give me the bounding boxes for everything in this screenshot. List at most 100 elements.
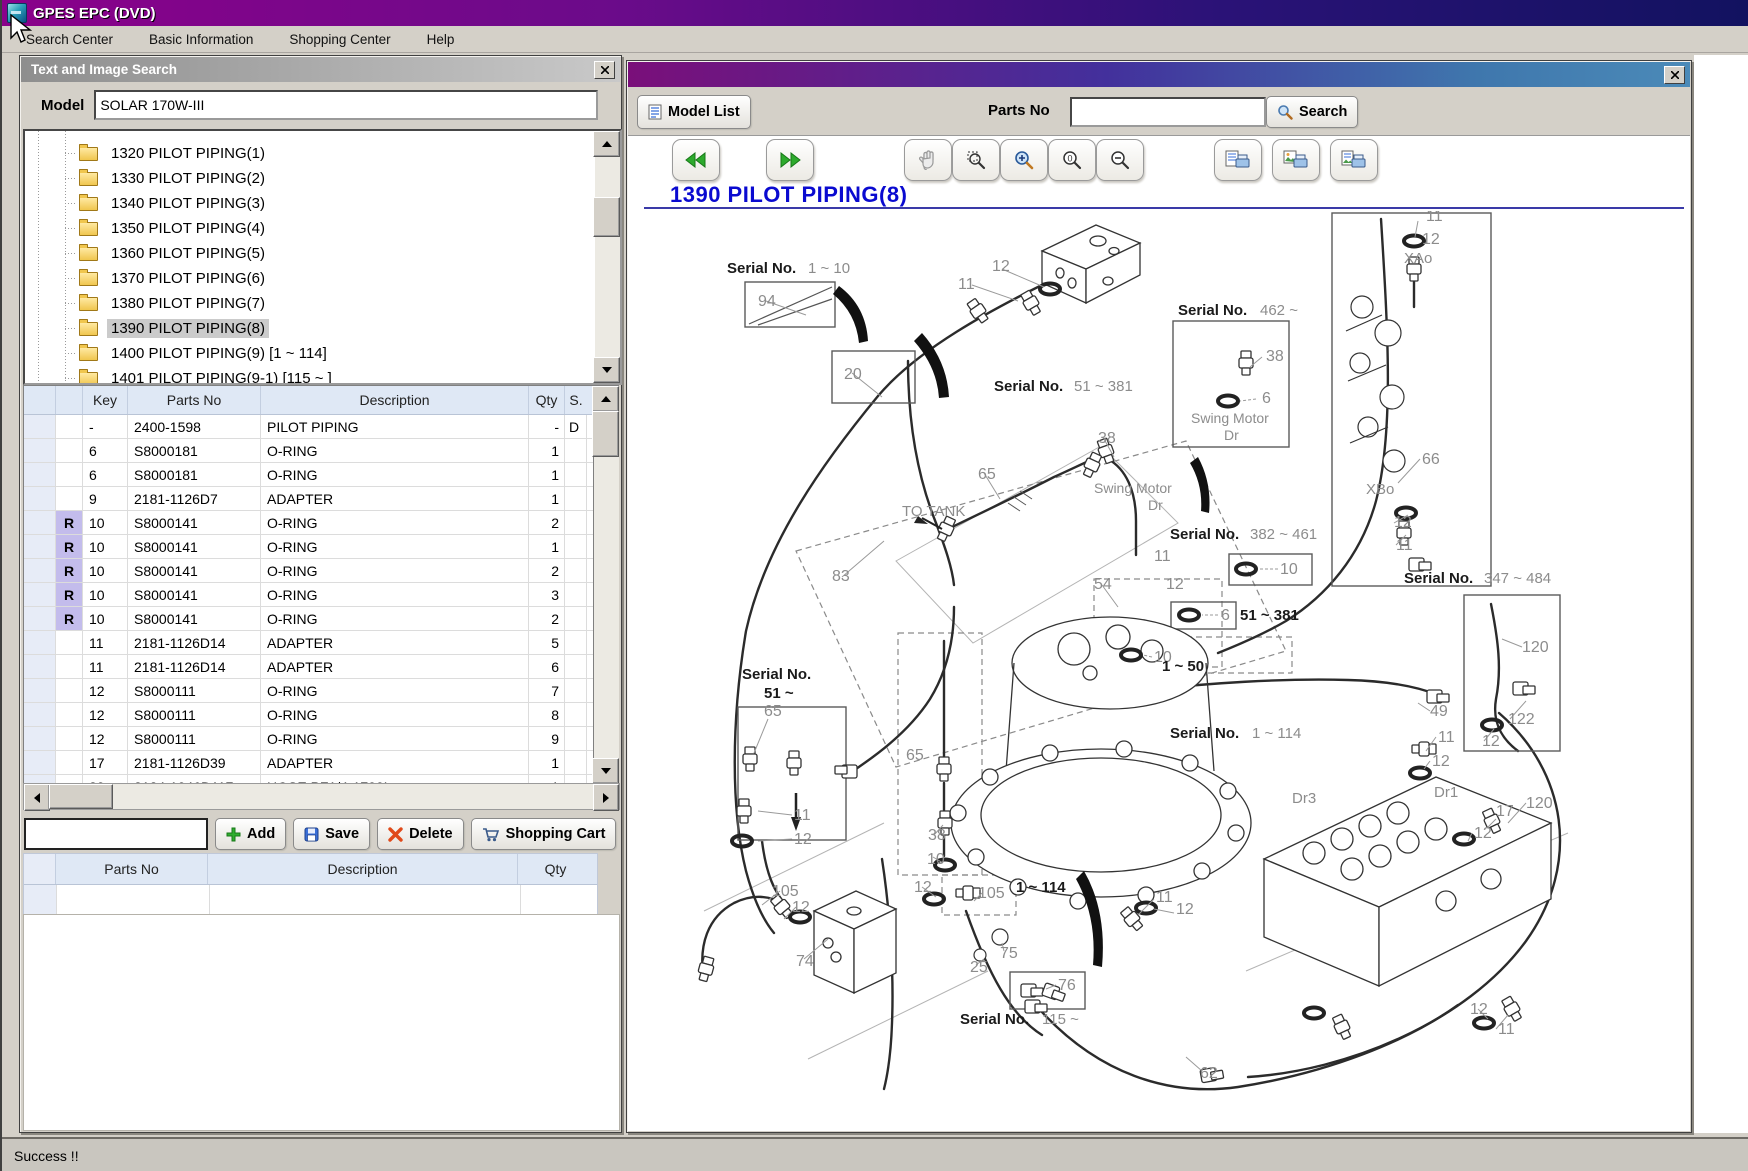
row-selector-cell[interactable] bbox=[24, 655, 56, 678]
svg-text:120: 120 bbox=[1522, 639, 1549, 656]
diagram-panel-close-button[interactable] bbox=[1664, 66, 1685, 84]
tree-item[interactable]: 1390 PILOT PIPING(8) bbox=[25, 316, 620, 341]
row-selector-cell[interactable] bbox=[24, 583, 56, 606]
row-selector-cell[interactable] bbox=[24, 487, 56, 510]
table-vertical-scrollbar[interactable] bbox=[593, 386, 619, 784]
row-selector-cell[interactable] bbox=[24, 559, 56, 582]
row-selector-cell[interactable] bbox=[24, 631, 56, 654]
table-row[interactable]: 12 S8000111 O-RING 7 bbox=[24, 679, 619, 703]
client-empty-area bbox=[1694, 55, 1748, 1133]
scroll-thumb[interactable] bbox=[49, 784, 113, 809]
header-parts-no[interactable]: Parts No bbox=[128, 386, 261, 414]
print-image-button[interactable] bbox=[1272, 139, 1320, 181]
header-serial[interactable]: S. bbox=[565, 386, 587, 414]
table-row[interactable]: 17 2181-1126D39 ADAPTER 1 bbox=[24, 751, 619, 775]
parts-diagram[interactable]: Serial No.1 ~ 1094111220Serial No.51 ~ 3… bbox=[646, 211, 1688, 1101]
add-button[interactable]: Add bbox=[215, 818, 286, 850]
row-selector-cell[interactable] bbox=[24, 679, 56, 702]
parts-table-body: - 2400-1598 PILOT PIPING - D 6 S8000181 bbox=[24, 415, 619, 799]
tree-item[interactable]: 1350 PILOT PIPING(4) bbox=[25, 216, 620, 241]
row-selector-cell[interactable] bbox=[24, 703, 56, 726]
row-selector-cell[interactable] bbox=[24, 439, 56, 462]
table-row[interactable]: R 10 S8000141 O-RING 2 bbox=[24, 607, 619, 631]
tree-item[interactable]: 1370 PILOT PIPING(6) bbox=[25, 266, 620, 291]
save-button[interactable]: Save bbox=[293, 818, 370, 850]
delete-button[interactable]: Delete bbox=[377, 818, 464, 850]
table-horizontal-scrollbar[interactable] bbox=[23, 783, 620, 810]
left-panel-title: Text and Image Search bbox=[31, 62, 177, 77]
row-selector-cell[interactable] bbox=[24, 727, 56, 750]
table-row[interactable]: - 2400-1598 PILOT PIPING - D bbox=[24, 415, 619, 439]
row-selector-cell[interactable] bbox=[24, 607, 56, 630]
parts-table: Key Parts No Description Qty S. - 2400-1… bbox=[23, 385, 619, 784]
table-row[interactable]: 6 S8000181 O-RING 1 bbox=[24, 439, 619, 463]
menu-help[interactable]: Help bbox=[409, 26, 473, 52]
header-key[interactable]: Key bbox=[83, 386, 128, 414]
pan-tool-button[interactable] bbox=[904, 139, 952, 181]
table-row[interactable]: R 10 S8000141 O-RING 2 bbox=[24, 511, 619, 535]
table-row[interactable]: 11 2181-1126D14 ADAPTER 6 bbox=[24, 655, 619, 679]
page-next-button[interactable] bbox=[766, 139, 814, 181]
tree-item-label: 1400 PILOT PIPING(9) [1 ~ 114] bbox=[107, 344, 331, 363]
left-panel-caption[interactable]: Text and Image Search bbox=[21, 57, 620, 82]
table-row[interactable]: 11 2181-1126D14 ADAPTER 5 bbox=[24, 631, 619, 655]
scroll-right-button[interactable] bbox=[593, 784, 619, 811]
left-panel-close-button[interactable] bbox=[594, 61, 615, 79]
row-qty-cell: 9 bbox=[529, 727, 565, 750]
tree-item[interactable]: 1401 PILOT PIPING(9-1) [115 ~ ] bbox=[25, 366, 620, 385]
zoom-area-button[interactable] bbox=[952, 139, 1000, 181]
folder-icon bbox=[79, 297, 98, 311]
zoom-reset-button[interactable]: 0 bbox=[1048, 139, 1096, 181]
tree-item[interactable]: 1340 PILOT PIPING(3) bbox=[25, 191, 620, 216]
tree-vertical-scrollbar[interactable] bbox=[595, 131, 620, 383]
svg-text:1 ~ 10: 1 ~ 10 bbox=[808, 260, 850, 277]
search-button[interactable]: Search bbox=[1266, 96, 1358, 128]
header-description[interactable]: Description bbox=[261, 386, 529, 414]
menu-basic-information[interactable]: Basic Information bbox=[131, 26, 271, 52]
table-row[interactable]: 12 S8000111 O-RING 9 bbox=[24, 727, 619, 751]
scroll-down-button[interactable] bbox=[593, 357, 620, 383]
tree-item[interactable]: 1320 PILOT PIPING(1) bbox=[25, 141, 620, 166]
model-input[interactable] bbox=[94, 90, 598, 120]
parts-table-header: Key Parts No Description Qty S. bbox=[24, 386, 619, 415]
row-selector-cell[interactable] bbox=[24, 415, 56, 438]
table-row[interactable]: 12 S8000111 O-RING 8 bbox=[24, 703, 619, 727]
table-row[interactable]: 6 S8000181 O-RING 1 bbox=[24, 463, 619, 487]
tree-item[interactable]: 1400 PILOT PIPING(9) [1 ~ 114] bbox=[25, 341, 620, 366]
scroll-up-button[interactable] bbox=[592, 386, 619, 412]
table-row[interactable]: R 10 S8000141 O-RING 3 bbox=[24, 583, 619, 607]
row-selector-cell[interactable] bbox=[24, 751, 56, 774]
print-list-image-button[interactable] bbox=[1330, 139, 1378, 181]
tree-item[interactable]: 1380 PILOT PIPING(7) bbox=[25, 291, 620, 316]
model-list-button[interactable]: Model List bbox=[637, 95, 751, 129]
zoom-in-button[interactable] bbox=[1000, 139, 1048, 181]
scroll-thumb[interactable] bbox=[592, 411, 619, 457]
row-parts-no-cell: 2181-1126D14 bbox=[128, 631, 261, 654]
table-row[interactable]: R 10 S8000141 O-RING 2 bbox=[24, 559, 619, 583]
table-row[interactable]: 9 2181-1126D7 ADAPTER 1 bbox=[24, 487, 619, 511]
svg-text:115 ~: 115 ~ bbox=[1042, 1011, 1079, 1028]
parts-no-search-input[interactable] bbox=[1070, 97, 1266, 127]
scroll-thumb[interactable] bbox=[593, 197, 620, 237]
menu-shopping-center[interactable]: Shopping Center bbox=[271, 26, 408, 52]
scroll-up-button[interactable] bbox=[593, 131, 620, 157]
shopping-cart-button[interactable]: Shopping Cart bbox=[471, 818, 617, 850]
zoom-out-button[interactable] bbox=[1096, 139, 1144, 181]
cart-empty-row[interactable] bbox=[24, 885, 597, 916]
header-qty[interactable]: Qty bbox=[529, 386, 565, 414]
row-selector-cell[interactable] bbox=[24, 463, 56, 486]
left-panel-empty-area bbox=[23, 914, 620, 1131]
diagram-panel-caption[interactable] bbox=[628, 62, 1690, 87]
scroll-left-button[interactable] bbox=[24, 784, 50, 811]
window-titlebar[interactable]: GPES EPC (DVD) bbox=[2, 0, 1748, 26]
page-prev-button[interactable] bbox=[672, 139, 720, 181]
print-list-button[interactable] bbox=[1214, 139, 1262, 181]
tree-item[interactable]: 1330 PILOT PIPING(2) bbox=[25, 166, 620, 191]
row-selector-cell[interactable] bbox=[24, 511, 56, 534]
assembly-tree[interactable]: 1320 PILOT PIPING(1) 1330 PILOT PIPING(2… bbox=[23, 129, 622, 385]
tree-item[interactable]: 1360 PILOT PIPING(5) bbox=[25, 241, 620, 266]
parts-no-entry-input[interactable] bbox=[24, 818, 208, 850]
scroll-down-button[interactable] bbox=[592, 758, 619, 784]
table-row[interactable]: R 10 S8000141 O-RING 1 bbox=[24, 535, 619, 559]
row-selector-cell[interactable] bbox=[24, 535, 56, 558]
